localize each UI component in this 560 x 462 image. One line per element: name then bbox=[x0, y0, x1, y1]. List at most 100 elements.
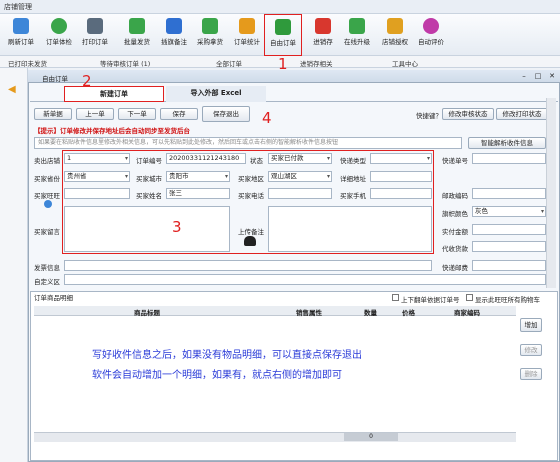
items-table-header: 商品标题 销售属性 数量 价格 商家编码 bbox=[34, 306, 516, 317]
chk-up-down-label: 上下翻单依据订单号 bbox=[401, 296, 460, 304]
wangwang-icon[interactable] bbox=[44, 200, 52, 208]
express-fee-label: 快递邮费 bbox=[442, 264, 468, 272]
smart-parse-button[interactable]: 智能解析收件信息 bbox=[468, 137, 546, 149]
lock-icon bbox=[387, 18, 403, 34]
group-tools[interactable]: 工具中心 bbox=[392, 58, 418, 68]
cod-label: 代收货款 bbox=[442, 245, 468, 253]
batch-ship-button[interactable]: 批量发货 bbox=[118, 16, 156, 54]
excel-icon bbox=[275, 19, 291, 35]
chk-show-all-checkbox[interactable] bbox=[466, 294, 473, 301]
cod-input[interactable] bbox=[472, 241, 546, 252]
actual-amount-label: 实付金额 bbox=[442, 228, 468, 236]
group-all-orders[interactable]: 全部订单 bbox=[216, 58, 242, 68]
custom-area-label: 自定义区 bbox=[34, 278, 60, 286]
sync-hint: 【提示】订单修改并保存地址后会自动同步至发货后台 bbox=[34, 127, 190, 135]
next-order-button[interactable]: 下一单 bbox=[118, 108, 156, 120]
flag-color-label: 旗帜颜色 bbox=[442, 210, 468, 218]
refresh-icon bbox=[13, 18, 29, 34]
chk-up-down-checkbox[interactable] bbox=[392, 294, 399, 301]
annotation-3: 3 bbox=[172, 218, 182, 236]
chk-show-all-label: 显示此旺旺所有购物车 bbox=[475, 296, 540, 304]
col-qty[interactable]: 数量 bbox=[364, 307, 377, 317]
tab-new-order[interactable]: 新建订单 bbox=[64, 86, 164, 102]
order-stats-button[interactable]: 订单统计 bbox=[228, 16, 266, 54]
dialog-title: 自由订单 bbox=[42, 75, 68, 83]
printer-icon bbox=[87, 18, 103, 34]
shop-auth-button[interactable]: 店铺授权 bbox=[376, 16, 414, 54]
bar-chart-icon bbox=[239, 18, 255, 34]
cubes-icon bbox=[315, 18, 331, 34]
express-no-label: 快递单号 bbox=[442, 157, 468, 165]
left-sidebar: ◀ bbox=[0, 68, 28, 462]
modify-print-status-button[interactable]: 修改打印状态 bbox=[496, 108, 548, 120]
prev-order-button[interactable]: 上一单 bbox=[76, 108, 114, 120]
annotation-1: 1 bbox=[278, 55, 288, 73]
flag-icon bbox=[166, 18, 182, 34]
postcode-label: 邮政编码 bbox=[442, 192, 468, 200]
inventory-button[interactable]: 进销存 bbox=[304, 16, 342, 54]
shop-label: 卖出店铺 bbox=[34, 157, 60, 165]
window-title: 店铺管理 bbox=[4, 3, 32, 11]
custom-area-input[interactable] bbox=[64, 274, 546, 285]
annotation-2: 2 bbox=[82, 72, 92, 90]
flag-color-value: 灰色 bbox=[475, 207, 488, 215]
shortcut-label[interactable]: 快捷键？ bbox=[416, 110, 442, 120]
speaker-icon: ◀ bbox=[8, 84, 16, 95]
message-label: 买家留言 bbox=[34, 228, 60, 236]
province-label: 买家省份 bbox=[34, 175, 60, 183]
group-printed[interactable]: 已打印未发货 bbox=[8, 58, 47, 68]
col-sku[interactable]: 商家编码 bbox=[454, 307, 480, 317]
scrollbar-thumb[interactable]: 0 bbox=[344, 433, 398, 441]
dialog-titlebar: 自由订单 – □ ✕ bbox=[28, 70, 560, 83]
edit-item-button[interactable]: 修改 bbox=[520, 344, 542, 356]
auto-review-button[interactable]: 自动评价 bbox=[412, 16, 450, 54]
tab-import-excel[interactable]: 导入外部 Excel bbox=[166, 86, 266, 102]
group-inventory[interactable]: 进销存相关 bbox=[300, 58, 333, 68]
main-toolbar: 刷新订单 订单体检 打印订单 批量发货 插旗备注 采购拿货 订单统计 自由订单 … bbox=[0, 14, 560, 56]
delete-item-button[interactable]: 删除 bbox=[520, 368, 542, 380]
horizontal-scrollbar[interactable] bbox=[34, 432, 516, 442]
up-arrow-icon bbox=[349, 18, 365, 34]
close-icon[interactable]: ✕ bbox=[546, 72, 558, 81]
new-doc-button[interactable]: 新单据 bbox=[34, 108, 72, 120]
invoice-label: 发票信息 bbox=[34, 264, 60, 272]
fields-highlight bbox=[62, 150, 434, 254]
vertical-scrollbar[interactable] bbox=[546, 98, 556, 288]
tab-order-items[interactable]: 订单商品明细 bbox=[34, 292, 73, 304]
express-fee-input[interactable] bbox=[472, 260, 546, 271]
group-pending[interactable]: 等待审核订单 (1) bbox=[100, 58, 150, 68]
modify-audit-status-button[interactable]: 修改审核状态 bbox=[442, 108, 494, 120]
flag-color-select[interactable]: 灰色 ▾ bbox=[472, 206, 546, 217]
cart-icon bbox=[202, 18, 218, 34]
paste-address-input[interactable]: 如果要在粘贴收件信息里修改外相关信息，可以先粘贴到此处修改，然后回车或点击右侧的… bbox=[34, 137, 462, 149]
add-icon bbox=[51, 18, 67, 34]
col-attr[interactable]: 销售属性 bbox=[296, 307, 322, 317]
print-orders-button[interactable]: 打印订单 bbox=[76, 16, 114, 54]
online-upgrade-button[interactable]: 在线升级 bbox=[338, 16, 376, 54]
add-item-button[interactable]: 增加 bbox=[520, 318, 542, 332]
save-exit-button[interactable]: 保存退出 bbox=[202, 106, 250, 122]
col-title[interactable]: 商品标题 bbox=[134, 307, 160, 317]
express-no-input[interactable] bbox=[472, 153, 546, 164]
dialog-tabs: 新建订单 导入外部 Excel bbox=[30, 86, 558, 102]
postcode-input[interactable] bbox=[472, 188, 546, 199]
chevron-down-icon: ▾ bbox=[540, 208, 544, 215]
col-price[interactable]: 价格 bbox=[402, 307, 415, 317]
free-order-button[interactable]: 自由订单 bbox=[264, 14, 302, 56]
order-check-button[interactable]: 订单体检 bbox=[40, 16, 78, 54]
annotation-4: 4 bbox=[262, 109, 272, 127]
window-titlebar: 店铺管理 bbox=[0, 0, 560, 14]
wangwang-label: 买家旺旺 bbox=[34, 192, 60, 200]
invoice-input[interactable] bbox=[64, 260, 432, 271]
chat-icon bbox=[423, 18, 439, 34]
flag-note-button[interactable]: 插旗备注 bbox=[155, 16, 193, 54]
save-button[interactable]: 保存 bbox=[160, 108, 198, 120]
instruction-line-2: 软件会自动增加一个明细，如果有，就点右侧的增加即可 bbox=[92, 370, 342, 381]
actual-amount-input[interactable] bbox=[472, 224, 546, 235]
purchase-button[interactable]: 采购拿货 bbox=[191, 16, 229, 54]
maximize-icon[interactable]: □ bbox=[532, 72, 544, 81]
refresh-orders-button[interactable]: 刷新订单 bbox=[2, 16, 40, 54]
instruction-line-1: 写好收件信息之后，如果没有物品明细，可以直接点保存退出 bbox=[92, 350, 362, 361]
thumb-icon bbox=[129, 18, 145, 34]
minimize-icon[interactable]: – bbox=[518, 72, 530, 81]
